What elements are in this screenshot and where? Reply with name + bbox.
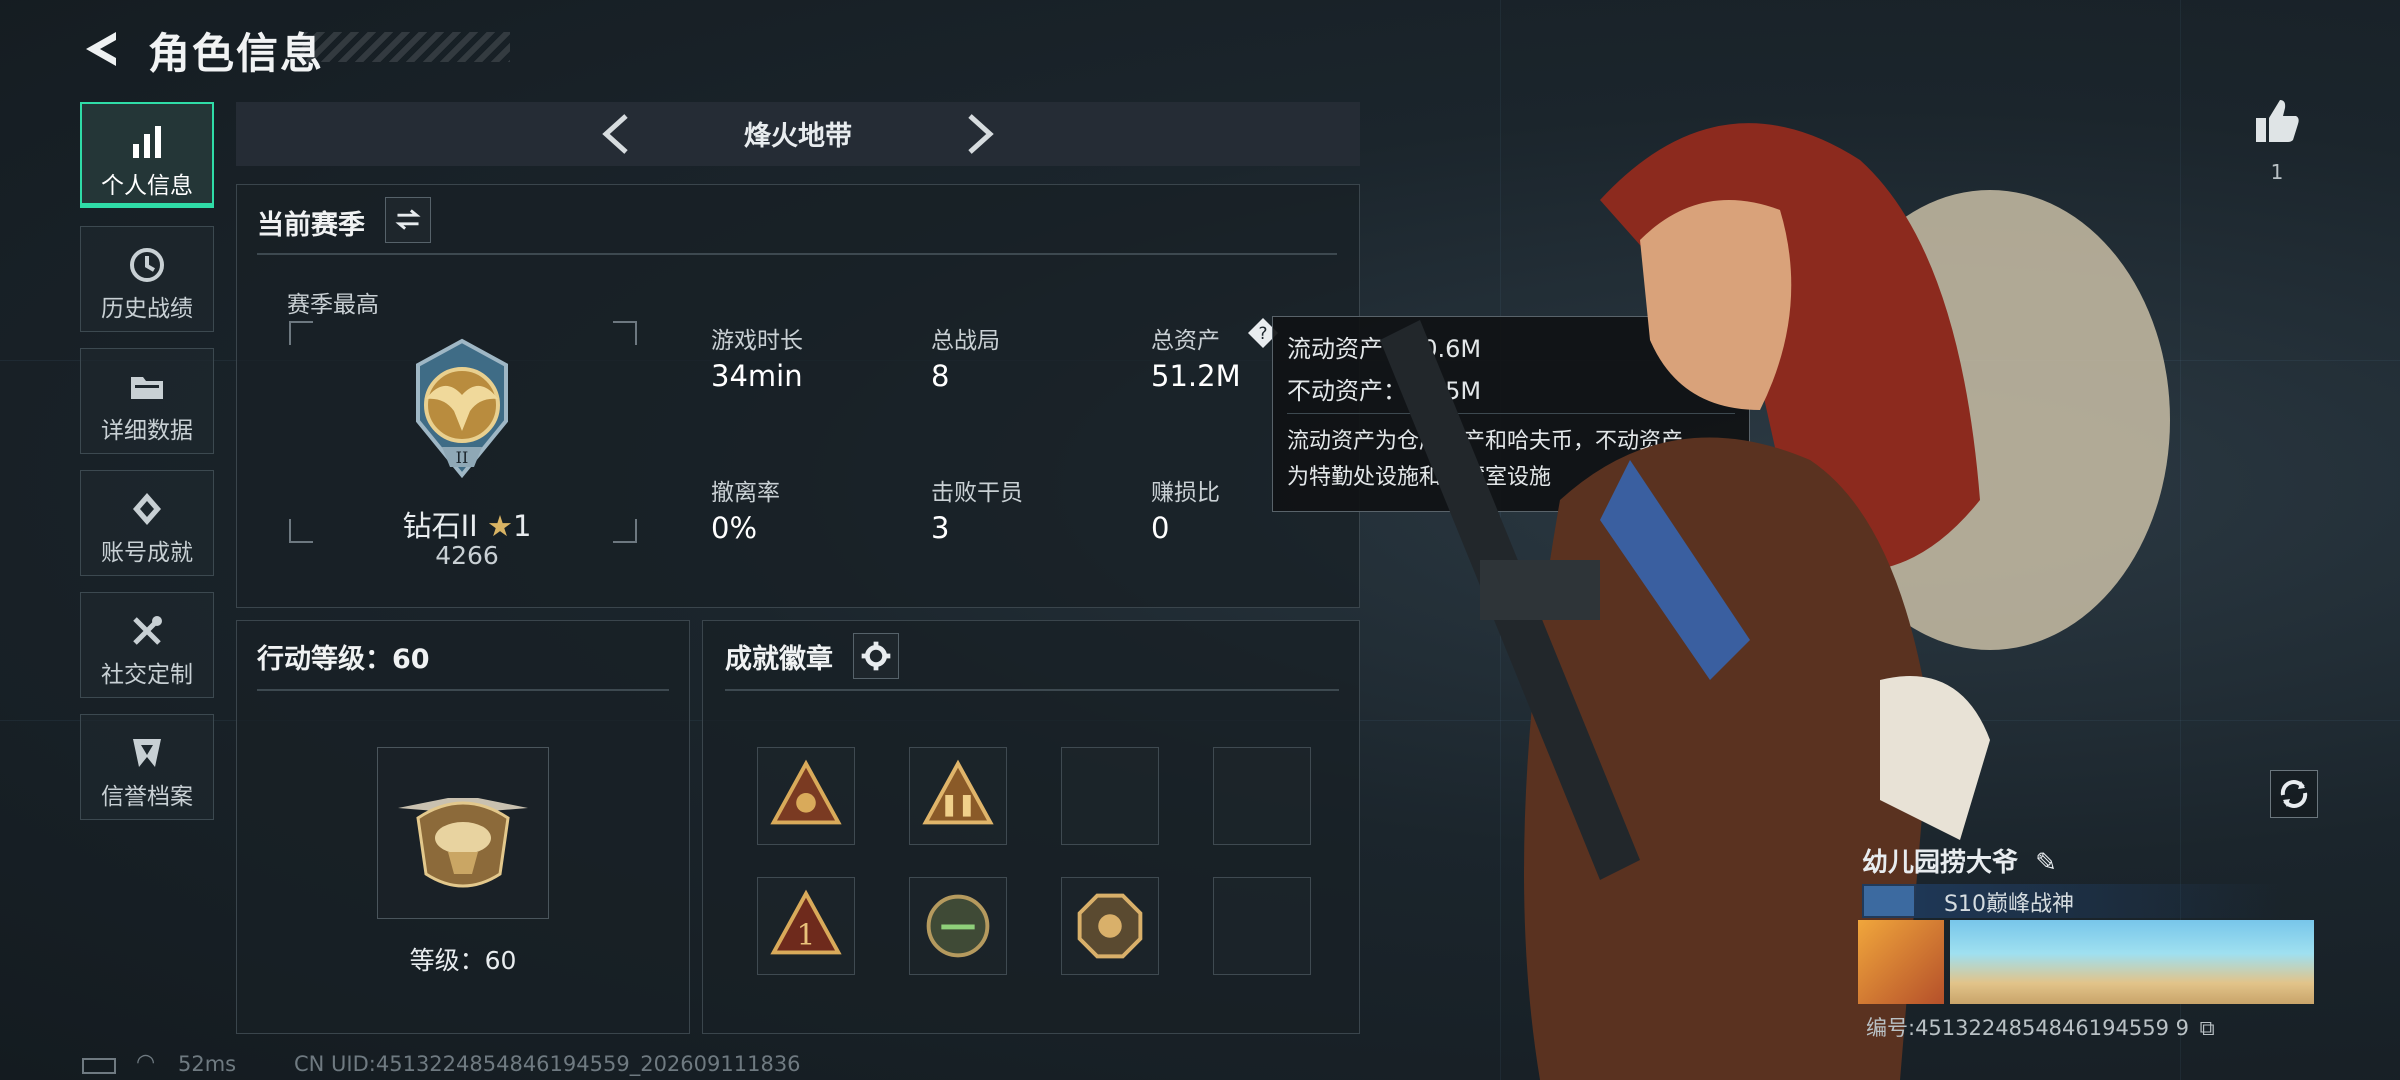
season-title: 当前赛季 [257, 210, 365, 241]
sidebar-item-label: 详细数据 [101, 418, 193, 444]
helicopter-emblem-icon [398, 798, 528, 888]
badge-slot-empty[interactable] [1213, 747, 1311, 845]
stat-label-playtime: 游戏时长 [711, 328, 803, 354]
frame-corner [289, 519, 313, 543]
badge-octagon-icon [1077, 893, 1143, 959]
thumbs-up-icon[interactable] [2252, 96, 2302, 146]
badges-panel: 成就徽章 1 [702, 620, 1360, 1034]
sidebar-item-label: 历史战绩 [101, 296, 193, 322]
stat-label-assets: 总资产 [1151, 328, 1220, 354]
edit-icon[interactable]: ✎ [2035, 848, 2057, 878]
stat-value-profit-ratio: 0 [1151, 511, 1170, 545]
season-best-label: 赛季最高 [287, 292, 379, 318]
stat-label-extract-rate: 撤离率 [711, 480, 780, 506]
title-tag-text: S10巅峰战神 [1944, 892, 2074, 917]
badge-slot[interactable] [1061, 877, 1159, 975]
stat-value-matches: 8 [931, 359, 950, 393]
title-tag-row: S10巅峰战神 [1862, 884, 2282, 918]
action-level-title: 行动等级：60 [257, 644, 430, 675]
page-title: 角色信息 [148, 29, 325, 78]
stat-value-kills: 3 [931, 511, 950, 545]
action-level-panel: 行动等级：60 等级：60 [236, 620, 690, 1034]
ping-text: 52ms [178, 1052, 237, 1076]
back-arrow-icon[interactable] [78, 26, 124, 72]
refresh-icon [2280, 780, 2308, 808]
season-switch-button[interactable] [385, 197, 431, 243]
stat-value-assets: 51.2M [1151, 359, 1241, 393]
badges-divider [725, 689, 1339, 691]
tools-icon [133, 616, 162, 645]
badge-slot-empty[interactable] [1213, 877, 1311, 975]
folder-icon [131, 377, 163, 399]
badge-triangle-icon [770, 759, 842, 825]
badge-slot[interactable] [757, 747, 855, 845]
action-level-divider [257, 689, 669, 691]
title-tag-icon [1864, 886, 1914, 916]
badge-slot[interactable] [909, 747, 1007, 845]
badge-soldiers-icon [922, 759, 994, 825]
level-text: 等级：60 [409, 946, 517, 975]
badge-slot[interactable]: 1 [757, 877, 855, 975]
level-emblem-frame [377, 747, 549, 919]
season-divider [257, 253, 1337, 255]
profile-banner-avatar[interactable] [1858, 920, 1944, 1004]
battery-icon [82, 1058, 116, 1074]
stat-label-profit-ratio: 赚损比 [1151, 480, 1220, 506]
title-decoration [300, 32, 510, 62]
rank-emblem-icon: II [416, 338, 508, 479]
rank-score: 4266 [435, 541, 499, 570]
likes-count: 1 [2270, 160, 2284, 184]
sidebar-item-label: 社交定制 [101, 662, 193, 688]
badge-settings-button[interactable] [853, 633, 899, 679]
bar-chart-icon [133, 126, 161, 158]
sidebar-item-history[interactable]: 历史战绩 [80, 226, 214, 332]
frame-corner [613, 519, 637, 543]
chevron-right-icon[interactable] [952, 108, 1004, 160]
stat-value-playtime: 34min [711, 359, 803, 393]
player-nickname: 幼儿园捞大爷 ✎ [1862, 848, 2057, 878]
wifi-icon: ◠ [136, 1050, 156, 1075]
sidebar-item-social[interactable]: 社交定制 [80, 592, 214, 698]
badges-title: 成就徽章 [725, 644, 833, 675]
star-icon: ★ [486, 509, 513, 543]
sidebar-item-achievements[interactable]: 账号成就 [80, 470, 214, 576]
mode-selector: 烽火地带 [236, 102, 1360, 166]
sidebar-item-label: 账号成就 [101, 540, 193, 566]
mode-title: 烽火地带 [744, 121, 852, 152]
svg-text:II: II [456, 448, 469, 467]
stat-label-kills: 击败干员 [931, 480, 1023, 506]
player-id: 编号:4513224854846194559 9 ⧉ [1866, 1016, 2215, 1040]
stat-value-extract-rate: 0% [711, 511, 758, 545]
badge-slot[interactable] [909, 877, 1007, 975]
sidebar-item-label: 信誉档案 [101, 784, 193, 810]
badge-round-emblem-icon [926, 894, 990, 958]
history-clock-icon [130, 248, 164, 282]
uid-text: CN UID:4513224854846194559_202609111836 [294, 1052, 801, 1076]
gear-icon [861, 641, 891, 671]
frame-corner [613, 321, 637, 345]
rank-name: 钻石II ★1 [402, 509, 532, 543]
profile-banner[interactable] [1950, 920, 2314, 1004]
stat-label-matches: 总战局 [931, 328, 1000, 354]
sidebar-item-personal-info[interactable]: 个人信息 [80, 102, 214, 208]
badge-number-one-icon: 1 [770, 889, 842, 955]
refresh-button[interactable] [2270, 770, 2318, 818]
svg-text:?: ? [1258, 324, 1267, 344]
sidebar-item-credit[interactable]: 信誉档案 [80, 714, 214, 820]
badge-slot-empty[interactable] [1061, 747, 1159, 845]
credit-shield-icon [133, 739, 161, 767]
frame-corner [289, 321, 313, 345]
achievement-icon [133, 493, 161, 525]
copy-icon[interactable]: ⧉ [2200, 1016, 2215, 1040]
svg-text:1: 1 [797, 918, 816, 952]
season-panel: 当前赛季 赛季最高 II 钻石II ★1 4266 游戏时长 34min 总战局… [236, 184, 1360, 608]
sidebar-item-label: 个人信息 [101, 173, 193, 199]
sidebar-item-details[interactable]: 详细数据 [80, 348, 214, 454]
swap-icon [395, 209, 421, 230]
